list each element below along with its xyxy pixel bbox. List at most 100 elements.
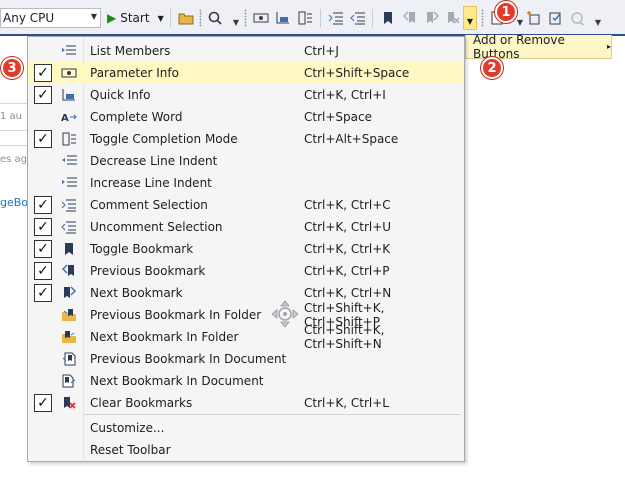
toolbar-buttons-menu: List Members Ctrl+J ✓ Parameter Info Ctrl+Sh… xyxy=(27,36,465,462)
menu-item-label: Parameter Info xyxy=(90,66,179,80)
new-item-icon[interactable] xyxy=(524,8,544,28)
toolbar-grip[interactable] xyxy=(244,9,247,27)
find-icon[interactable] xyxy=(205,8,225,28)
menu-item-label: Clear Bookmarks xyxy=(90,396,193,410)
toolbar-grip[interactable] xyxy=(481,9,484,27)
menu-item-uncomment[interactable]: ✓ Uncomment Selection Ctrl+K, Ctrl+U xyxy=(28,216,464,238)
menu-item-previous-bookmark-document[interactable]: Previous Bookmark In Document xyxy=(28,348,464,370)
chevron-down-icon: ▼ xyxy=(466,17,474,26)
menu-item-completion-mode[interactable]: ✓ Toggle Completion Mode Ctrl+Alt+Space xyxy=(28,128,464,150)
next-bookmark-document-icon xyxy=(61,373,77,389)
chevron-down-icon: ▼ xyxy=(157,13,164,23)
comment-icon xyxy=(61,197,77,213)
uncomment-icon[interactable] xyxy=(348,8,368,28)
menu-item-label: Toggle Bookmark xyxy=(90,242,194,256)
parameter-info-icon[interactable] xyxy=(251,8,271,28)
menu-item-clear-bookmarks[interactable]: ✓ Clear Bookmarks Ctrl+K, Ctrl+L xyxy=(28,392,464,414)
menu-item-shortcut: Ctrl+Shift+Space xyxy=(304,66,410,80)
background-divider xyxy=(0,130,30,131)
next-bookmark-icon xyxy=(61,285,77,301)
clear-bookmarks-icon xyxy=(61,395,77,411)
menu-item-label: Complete Word xyxy=(90,110,183,124)
menu-item-next-bookmark-folder[interactable]: Next Bookmark In Folder Ctrl+Shift+K, Ctr… xyxy=(28,323,464,351)
quick-info-icon xyxy=(61,87,77,103)
move-cursor-icon xyxy=(271,300,299,328)
clear-bookmarks-icon[interactable] xyxy=(443,8,463,28)
menu-separator xyxy=(83,414,461,415)
callout-badge-2: 2 xyxy=(481,57,503,79)
menu-item-label: Uncomment Selection xyxy=(90,220,223,234)
completion-mode-icon[interactable] xyxy=(295,8,315,28)
callout-badge-1: 1 xyxy=(495,1,517,23)
add-remove-buttons-item[interactable]: Add or Remove Buttons ▸ xyxy=(465,33,612,61)
background-divider xyxy=(0,103,30,104)
checkmark-icon[interactable]: ✓ xyxy=(34,196,52,214)
menu-item-shortcut: Ctrl+Alt+Space xyxy=(304,132,399,146)
menu-item-shortcut: Ctrl+J xyxy=(304,44,339,58)
toolbar: Any CPU ▼ ▶ Start ▼ ▼ ▼ ▼ ▼ xyxy=(0,0,625,36)
menu-item-next-bookmark-document[interactable]: Next Bookmark In Document xyxy=(28,370,464,392)
check-document-icon[interactable] xyxy=(546,8,566,28)
previous-bookmark-icon xyxy=(61,263,77,279)
parameter-info-icon xyxy=(61,65,77,81)
menu-item-shortcut: Ctrl+K, Ctrl+N xyxy=(304,286,392,300)
checkmark-icon[interactable]: ✓ xyxy=(34,284,52,302)
menu-item-previous-bookmark[interactable]: ✓ Previous Bookmark Ctrl+K, Ctrl+P xyxy=(28,260,464,282)
completion-mode-icon xyxy=(61,131,77,147)
checkmark-icon[interactable]: ✓ xyxy=(34,218,52,236)
menu-item-shortcut: Ctrl+K, Ctrl+L xyxy=(304,396,389,410)
menu-item-label: List Members xyxy=(90,44,171,58)
menu-item-complete-word[interactable]: A Complete Word Ctrl+Space xyxy=(28,106,464,128)
background-text: 1 au xyxy=(0,111,23,122)
menu-item-shortcut: Ctrl+K, Ctrl+U xyxy=(304,220,392,234)
play-icon: ▶ xyxy=(107,11,117,25)
menu-item-label: Previous Bookmark xyxy=(90,264,206,278)
customize-menu-item[interactable]: Customize... xyxy=(28,417,464,439)
previous-bookmark-icon[interactable] xyxy=(400,8,420,28)
checkmark-icon[interactable]: ✓ xyxy=(34,240,52,258)
menu-item-label: Previous Bookmark In Folder xyxy=(90,308,262,322)
menu-item-comment[interactable]: ✓ Comment Selection Ctrl+K, Ctrl+C xyxy=(28,194,464,216)
next-bookmark-folder-icon xyxy=(61,329,77,345)
increase-indent-icon xyxy=(61,175,77,191)
next-bookmark-icon[interactable] xyxy=(422,8,442,28)
menu-item-parameter-info[interactable]: ✓ Parameter Info Ctrl+Shift+Space xyxy=(28,62,464,84)
toolbar-separator xyxy=(320,9,321,27)
menu-item-decrease-indent[interactable]: Decrease Line Indent xyxy=(28,150,464,172)
comment-icon[interactable] xyxy=(326,8,346,28)
attach-icon[interactable] xyxy=(568,8,588,28)
checkmark-icon[interactable]: ✓ xyxy=(34,394,52,412)
menu-item-label: Decrease Line Indent xyxy=(90,154,218,168)
bookmark-icon xyxy=(61,241,77,257)
menu-items: List Members Ctrl+J ✓ Parameter Info Ctrl+Sh… xyxy=(28,40,464,414)
folder-icon[interactable] xyxy=(176,8,196,28)
platform-combo[interactable]: Any CPU ▼ xyxy=(0,8,101,28)
reset-toolbar-menu-item[interactable]: Reset Toolbar xyxy=(28,439,464,461)
chevron-right-icon: ▸ xyxy=(606,42,611,51)
toolbar-grip[interactable] xyxy=(199,9,202,27)
background-link[interactable]: geBo xyxy=(0,196,28,209)
menu-item-label: Comment Selection xyxy=(90,198,208,212)
toolbar-overflow-button[interactable]: ▼ xyxy=(463,6,477,30)
start-button[interactable]: ▶ Start ▼ xyxy=(107,8,164,28)
menu-item-label: Previous Bookmark In Document xyxy=(90,352,287,366)
checkmark-icon[interactable]: ✓ xyxy=(34,64,52,82)
previous-bookmark-folder-icon xyxy=(61,307,77,323)
decrease-indent-icon xyxy=(61,153,77,169)
checkmark-icon[interactable]: ✓ xyxy=(34,86,52,104)
menu-item-quick-info[interactable]: ✓ Quick Info Ctrl+K, Ctrl+I xyxy=(28,84,464,106)
quick-info-icon[interactable] xyxy=(273,8,293,28)
menu-item-bookmark[interactable]: ✓ Toggle Bookmark Ctrl+K, Ctrl+K xyxy=(28,238,464,260)
toolbar-separator xyxy=(372,9,373,27)
checkmark-icon[interactable]: ✓ xyxy=(34,262,52,280)
bookmark-icon[interactable] xyxy=(378,8,398,28)
menu-item-increase-indent[interactable]: Increase Line Indent xyxy=(28,172,464,194)
list-members-icon xyxy=(61,43,77,59)
toolbar-separator xyxy=(170,9,171,27)
menu-item-shortcut: Ctrl+Shift+K, Ctrl+Shift+N xyxy=(304,323,385,351)
platform-label: Any CPU xyxy=(3,11,55,25)
menu-item-list-members[interactable]: List Members Ctrl+J xyxy=(28,40,464,62)
chevron-down-icon[interactable]: ▼ xyxy=(226,12,246,32)
chevron-down-icon[interactable]: ▼ xyxy=(588,12,608,32)
checkmark-icon[interactable]: ✓ xyxy=(34,130,52,148)
